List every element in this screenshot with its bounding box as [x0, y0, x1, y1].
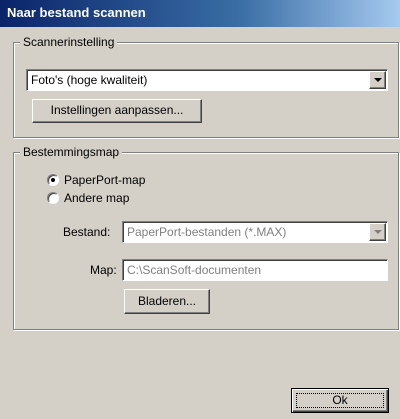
file-type-select[interactable]: PaperPort-bestanden (*.MAX)	[122, 221, 388, 243]
file-type-value: PaperPort-bestanden (*.MAX)	[127, 225, 287, 239]
radio-other-folder[interactable]: Andere map	[47, 191, 207, 206]
scanner-settings-group: Scannerinstelling Foto's (hoge kwaliteit…	[13, 35, 399, 138]
scan-profile-dropdown-button[interactable]	[369, 71, 386, 89]
folder-label: Map:	[90, 263, 117, 277]
radio-paperport-folder-button[interactable]	[47, 174, 59, 186]
file-type-dropdown-button[interactable]	[369, 223, 386, 241]
scanner-settings-group-label: Scannerinstelling	[20, 35, 118, 50]
radio-other-folder-button[interactable]	[47, 192, 59, 204]
scan-profile-value: Foto's (hoge kwaliteit)	[31, 73, 148, 87]
browse-button-label: Bladeren...	[137, 294, 197, 308]
chevron-down-icon	[374, 230, 382, 234]
ok-button[interactable]: Ok	[291, 388, 389, 413]
radio-paperport-folder-label: PaperPort-map	[64, 173, 146, 187]
window-title: Naar bestand scannen	[7, 5, 146, 20]
radio-other-folder-label: Andere map	[64, 191, 130, 205]
file-type-label: Bestand:	[63, 225, 111, 239]
radio-paperport-folder[interactable]: PaperPort-map	[47, 173, 207, 188]
scan-profile-select[interactable]: Foto's (hoge kwaliteit)	[26, 69, 388, 91]
customize-settings-button-label: Instellingen aanpassen...	[50, 103, 184, 117]
folder-path-value: C:\ScanSoft-documenten	[127, 263, 262, 277]
radio-selected-dot	[51, 178, 55, 182]
chevron-down-icon	[374, 78, 382, 82]
destination-folder-group: Bestemmingsmap PaperPort-map Andere map …	[13, 145, 399, 330]
destination-folder-group-label: Bestemmingsmap	[20, 145, 123, 160]
browse-button[interactable]: Bladeren...	[124, 289, 210, 314]
title-bar[interactable]: Naar bestand scannen	[0, 0, 400, 27]
folder-path-input[interactable]: C:\ScanSoft-documenten	[122, 259, 388, 281]
scan-to-file-dialog: Naar bestand scannen Scannerinstelling F…	[0, 0, 400, 419]
ok-button-focus-rect	[296, 393, 384, 408]
customize-settings-button[interactable]: Instellingen aanpassen...	[32, 99, 202, 123]
